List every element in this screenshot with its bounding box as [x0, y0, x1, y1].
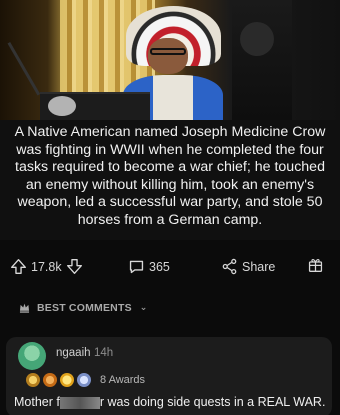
upvote-count: 17.8k — [31, 259, 62, 274]
post-action-bar: 17.8k 365 Share — [0, 254, 340, 282]
upvote-icon[interactable] — [10, 258, 27, 275]
chevron-down-icon: ⌄ — [139, 302, 148, 312]
comment-count: 365 — [149, 259, 170, 274]
comment-text-end: r was doing side quests in a REAL WAR. — [99, 395, 326, 409]
award-icon — [77, 373, 91, 387]
awards-count: 8 Awards — [100, 374, 146, 386]
post-media[interactable]: A Native American named Joseph Medicine … — [0, 0, 340, 240]
post-image[interactable] — [0, 0, 340, 120]
crown-icon — [18, 301, 31, 314]
award-icon — [60, 373, 74, 387]
comment-sort-label: BEST COMMENTS — [37, 301, 132, 314]
comment-text-start: Mother f — [14, 395, 60, 409]
share-button[interactable]: Share — [221, 258, 275, 275]
comment-body: Mother f r was doing side quests in a REA… — [14, 395, 325, 409]
comment-icon — [128, 258, 145, 275]
comment-card[interactable]: ngaaih 14h 8 Awards Mother f r was doing … — [6, 337, 332, 415]
comment-timestamp: 14h — [94, 347, 114, 359]
vote-control: 17.8k — [10, 258, 83, 275]
award-icon — [307, 256, 324, 273]
downvote-icon[interactable] — [66, 258, 83, 275]
comments-button[interactable]: 365 — [128, 258, 170, 275]
comment-awards[interactable]: 8 Awards — [26, 373, 145, 387]
award-icon — [26, 373, 40, 387]
post-title: A Native American named Joseph Medicine … — [14, 124, 326, 228]
share-icon — [221, 258, 238, 275]
comment-username[interactable]: ngaaih — [56, 347, 91, 359]
avatar[interactable] — [18, 342, 46, 370]
share-label: Share — [242, 259, 276, 274]
award-icon — [43, 373, 57, 387]
comment-sort-selector[interactable]: BEST COMMENTS ⌄ — [18, 301, 148, 314]
give-award-button[interactable] — [307, 256, 324, 273]
censor-bar — [59, 396, 100, 409]
